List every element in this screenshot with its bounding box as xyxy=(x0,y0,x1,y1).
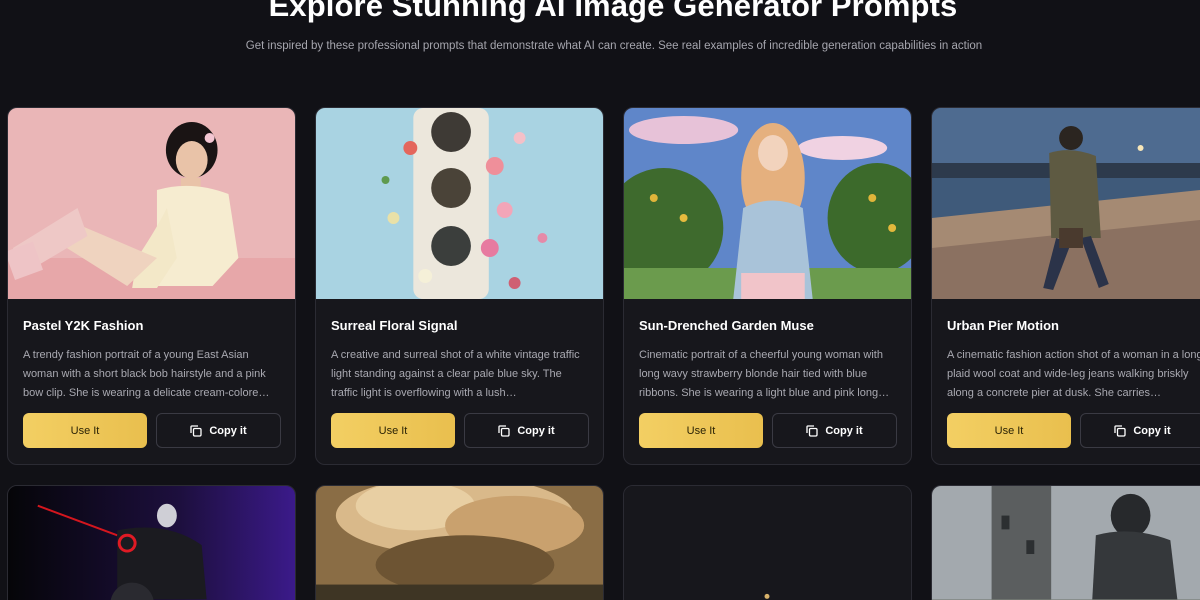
use-it-button[interactable]: Use It xyxy=(23,413,147,448)
card-title: Urban Pier Motion xyxy=(947,318,1059,333)
copy-icon xyxy=(1114,424,1127,437)
copy-it-label: Copy it xyxy=(825,424,863,437)
prompt-card[interactable]: Pastel Y2K Fashion A trendy fashion port… xyxy=(7,107,296,465)
prompt-card-image[interactable] xyxy=(7,485,296,600)
copy-it-button[interactable]: Copy it xyxy=(772,413,897,448)
copy-it-button[interactable]: Copy it xyxy=(464,413,589,448)
copy-icon xyxy=(806,424,819,437)
card-title: Pastel Y2K Fashion xyxy=(23,318,144,333)
copy-icon xyxy=(190,424,203,437)
card-title: Sun-Drenched Garden Muse xyxy=(639,318,814,333)
card-description: A trendy fashion portrait of a young Eas… xyxy=(23,349,270,399)
card-image[interactable] xyxy=(624,108,911,299)
use-it-label: Use It xyxy=(686,424,716,437)
use-it-label: Use It xyxy=(994,424,1024,437)
card-description: A creative and surreal shot of a white v… xyxy=(331,349,580,399)
copy-it-button[interactable]: Copy it xyxy=(1080,413,1200,448)
card-image[interactable] xyxy=(932,108,1200,299)
card-description: Cinematic portrait of a cheerful young w… xyxy=(639,349,890,399)
card-title: Surreal Floral Signal xyxy=(331,318,458,333)
prompt-card-image[interactable] xyxy=(315,485,604,600)
prompt-card[interactable]: Urban Pier Motion A cinematic fashion ac… xyxy=(931,107,1200,465)
use-it-label: Use It xyxy=(70,424,100,437)
copy-it-button[interactable]: Copy it xyxy=(156,413,281,448)
card-image[interactable] xyxy=(316,108,603,299)
copy-it-label: Copy it xyxy=(1133,424,1171,437)
copy-icon xyxy=(498,424,511,437)
use-it-button[interactable]: Use It xyxy=(947,413,1071,448)
card-image[interactable] xyxy=(8,108,295,299)
copy-it-label: Copy it xyxy=(209,424,247,437)
prompt-card-image[interactable] xyxy=(931,485,1200,600)
use-it-button[interactable]: Use It xyxy=(639,413,763,448)
use-it-label: Use It xyxy=(378,424,408,437)
page-subtitle: Get inspired by these professional promp… xyxy=(245,40,983,52)
page-title: Explore Stunning AI Image Generator Prom… xyxy=(268,0,958,23)
prompt-card[interactable]: Surreal Floral Signal A creative and sur… xyxy=(315,107,604,465)
page: Explore Stunning AI Image Generator Prom… xyxy=(0,0,1200,600)
prompt-card-image[interactable] xyxy=(623,485,912,600)
card-description: A cinematic fashion action shot of a wom… xyxy=(947,349,1200,399)
use-it-button[interactable]: Use It xyxy=(331,413,455,448)
prompt-card[interactable]: Sun-Drenched Garden Muse Cinematic portr… xyxy=(623,107,912,465)
copy-it-label: Copy it xyxy=(517,424,555,437)
